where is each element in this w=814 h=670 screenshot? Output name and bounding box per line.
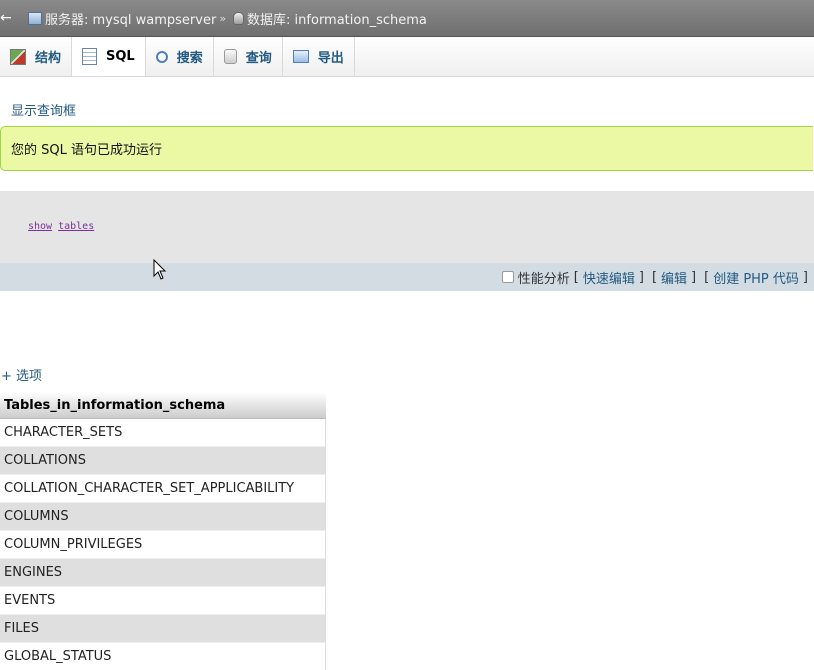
column-header-tables[interactable]: Tables_in_information_schema (0, 392, 326, 419)
server-icon (28, 12, 42, 25)
sql-code: show tables (28, 221, 100, 232)
breadcrumb-database[interactable]: 数据库: information_schema (247, 9, 427, 28)
sql-keyword-show[interactable]: show (28, 221, 52, 232)
tab-search-label: 搜索 (177, 47, 203, 66)
tab-export-label: 导出 (318, 47, 344, 66)
inline-edit-link[interactable]: 快速编辑 (583, 268, 635, 287)
create-php-code-link[interactable]: 创建 PHP 代码 (713, 268, 799, 287)
sql-icon (82, 48, 97, 65)
back-arrow-icon[interactable]: ← (0, 10, 16, 26)
bracket-close: ] (691, 270, 696, 285)
table-row: EVENTS (0, 587, 326, 615)
success-message: 您的 SQL 语句已成功运行 (0, 126, 813, 171)
export-icon (293, 50, 309, 63)
table-row: ENGINES (0, 559, 326, 587)
breadcrumb-separator: » (219, 12, 226, 25)
results-table: Tables_in_information_schema CHARACTER_S… (0, 392, 326, 670)
table-row: CHARACTER_SETS (0, 419, 326, 447)
tab-structure[interactable]: 结构 (0, 37, 72, 76)
sql-query-display: show tables (0, 191, 814, 263)
table-row: COLUMN_PRIVILEGES (0, 531, 326, 559)
database-icon (233, 12, 244, 25)
table-row: COLLATION_CHARACTER_SET_APPLICABILITY (0, 475, 326, 503)
structure-icon (10, 49, 26, 65)
search-icon (156, 51, 168, 63)
tab-query[interactable]: 查询 (214, 37, 283, 76)
table-cell[interactable]: GLOBAL_STATUS (0, 643, 326, 670)
bracket-open: [ (704, 270, 709, 285)
profiling-label[interactable]: 性能分析 (518, 268, 570, 287)
table-cell[interactable]: FILES (0, 615, 326, 643)
bracket-open: [ (574, 270, 579, 285)
breadcrumb: ← 服务器: mysql wampserver » 数据库: informati… (0, 0, 814, 37)
table-cell[interactable]: EVENTS (0, 587, 326, 615)
bracket-close: ] (803, 270, 808, 285)
table-cell[interactable]: COLLATION_CHARACTER_SET_APPLICABILITY (0, 475, 326, 503)
tab-sql-label: SQL (106, 49, 135, 64)
query-icon (224, 49, 237, 64)
table-row: COLLATIONS (0, 447, 326, 475)
table-cell[interactable]: COLLATIONS (0, 447, 326, 475)
tab-export[interactable]: 导出 (283, 37, 355, 76)
show-query-box-link[interactable]: 显示查询框 (11, 100, 76, 119)
tab-bar: 结构 SQL 搜索 查询 导出 (0, 37, 814, 77)
table-cell[interactable]: ENGINES (0, 559, 326, 587)
tab-search[interactable]: 搜索 (146, 37, 214, 76)
table-cell[interactable]: COLUMNS (0, 503, 326, 531)
bracket-open: [ (652, 270, 657, 285)
query-tools-bar: 性能分析 [ 快速编辑 ] [ 编辑 ] [ 创建 PHP 代码 ] (0, 263, 814, 291)
tab-structure-label: 结构 (35, 47, 61, 66)
mouse-cursor-icon (153, 259, 167, 281)
table-cell[interactable]: CHARACTER_SETS (0, 419, 326, 447)
success-message-text: 您的 SQL 语句已成功运行 (11, 139, 162, 158)
table-row: GLOBAL_STATUS (0, 643, 326, 670)
options-link[interactable]: + 选项 (1, 365, 42, 384)
table-row: FILES (0, 615, 326, 643)
sql-keyword-tables[interactable]: tables (58, 221, 94, 232)
breadcrumb-server[interactable]: 服务器: mysql wampserver (45, 9, 216, 28)
profiling-checkbox[interactable] (502, 271, 514, 283)
table-row: COLUMNS (0, 503, 326, 531)
tab-query-label: 查询 (246, 47, 272, 66)
bracket-close: ] (639, 270, 644, 285)
tab-sql[interactable]: SQL (72, 37, 146, 76)
edit-link[interactable]: 编辑 (661, 268, 687, 287)
table-cell[interactable]: COLUMN_PRIVILEGES (0, 531, 326, 559)
